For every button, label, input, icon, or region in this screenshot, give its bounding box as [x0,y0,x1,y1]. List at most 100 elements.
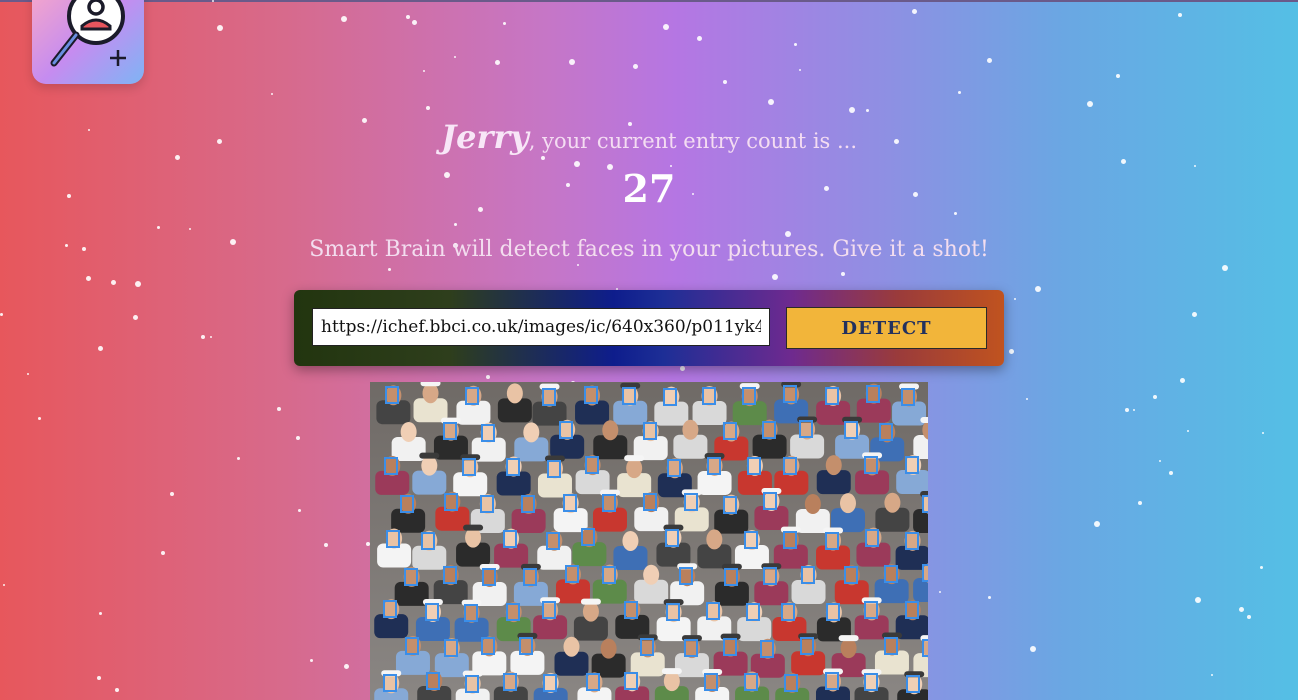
face-bounding-box [426,672,440,690]
face-bounding-box [762,421,776,439]
particle [1180,378,1185,383]
face-bounding-box [763,567,777,585]
face-bounding-box [679,567,693,585]
particle [111,280,116,285]
face-bounding-box [884,565,898,583]
particle [412,20,417,25]
particle [849,107,855,113]
particle [341,16,347,22]
entry-count: 27 [622,166,676,211]
face-bounding-box [640,638,654,656]
face-bounding-box [704,673,718,691]
person-head [400,421,417,442]
face-bounding-box [723,422,737,440]
face-bounding-box [724,568,738,586]
detect-button[interactable]: DETECT [786,307,987,349]
face-bounding-box [481,424,495,442]
face-bounding-box [742,387,756,405]
face-bounding-box [744,673,758,691]
particle [541,156,545,160]
person-head [622,530,639,551]
person-head [523,422,540,443]
particle [210,336,212,338]
face-bounding-box [781,603,795,621]
logo[interactable] [32,0,144,84]
face-bounding-box [784,674,798,692]
face-bounding-box [844,566,858,584]
particle [866,109,869,112]
person-head [563,636,580,657]
face-bounding-box [884,637,898,655]
particle [1125,408,1129,412]
particle [1116,74,1120,78]
face-bounding-box [462,458,476,476]
result-image [370,382,928,700]
particle [680,366,685,371]
face-bounding-box [666,603,680,621]
person-hat [463,524,484,531]
particle [988,596,991,599]
face-bounding-box [783,457,797,475]
particle [799,69,801,71]
face-bounding-box [760,640,774,658]
face-bounding-box [864,673,878,691]
face-bounding-box [723,496,737,514]
face-bounding-box [383,600,397,618]
person-head [643,564,660,585]
face-bounding-box [506,603,520,621]
particle [212,0,214,2]
face-bounding-box [405,637,419,655]
particle [277,407,281,411]
particle [0,313,3,316]
face-bounding-box [563,494,577,512]
particle [794,43,797,46]
particle [406,15,410,19]
face-bounding-box [503,673,517,691]
face-bounding-box [546,532,560,550]
face-bounding-box [443,422,457,440]
particle [1262,432,1264,434]
face-bounding-box [684,639,698,657]
particle [135,281,141,287]
face-bounding-box [667,459,681,477]
person-head [682,419,699,440]
face-bounding-box [866,385,880,403]
particle [663,24,669,30]
particle [1187,430,1189,432]
image-url-input[interactable] [312,308,770,346]
face-bounding-box [865,529,879,547]
face-bounding-box [702,387,716,405]
person-hat [419,452,440,459]
particle [133,315,138,320]
face-bounding-box [826,603,840,621]
particle [1260,566,1263,569]
particle [697,36,702,41]
face-bounding-box [783,385,797,403]
particle [633,64,638,69]
face-bounding-box [443,566,457,584]
face-bounding-box [744,531,758,549]
face-bounding-box [799,420,813,438]
particle [1159,460,1161,462]
particle [157,226,160,229]
particle [1026,398,1028,400]
particle [86,276,91,281]
face-bounding-box [905,456,919,474]
face-bounding-box [421,532,435,550]
face-bounding-box [825,532,839,550]
particle [1030,646,1036,652]
particle [27,373,29,375]
particle [1133,409,1135,411]
particle [954,212,957,215]
particle [958,91,961,94]
particle [939,591,941,593]
face-bounding-box [503,530,517,548]
particle [115,688,119,692]
person-hat [920,416,928,423]
particle [201,335,205,339]
face-bounding-box [723,638,737,656]
particle [1014,298,1016,300]
face-bounding-box [465,387,479,405]
face-bounding-box [825,672,839,690]
person-head [884,492,901,513]
